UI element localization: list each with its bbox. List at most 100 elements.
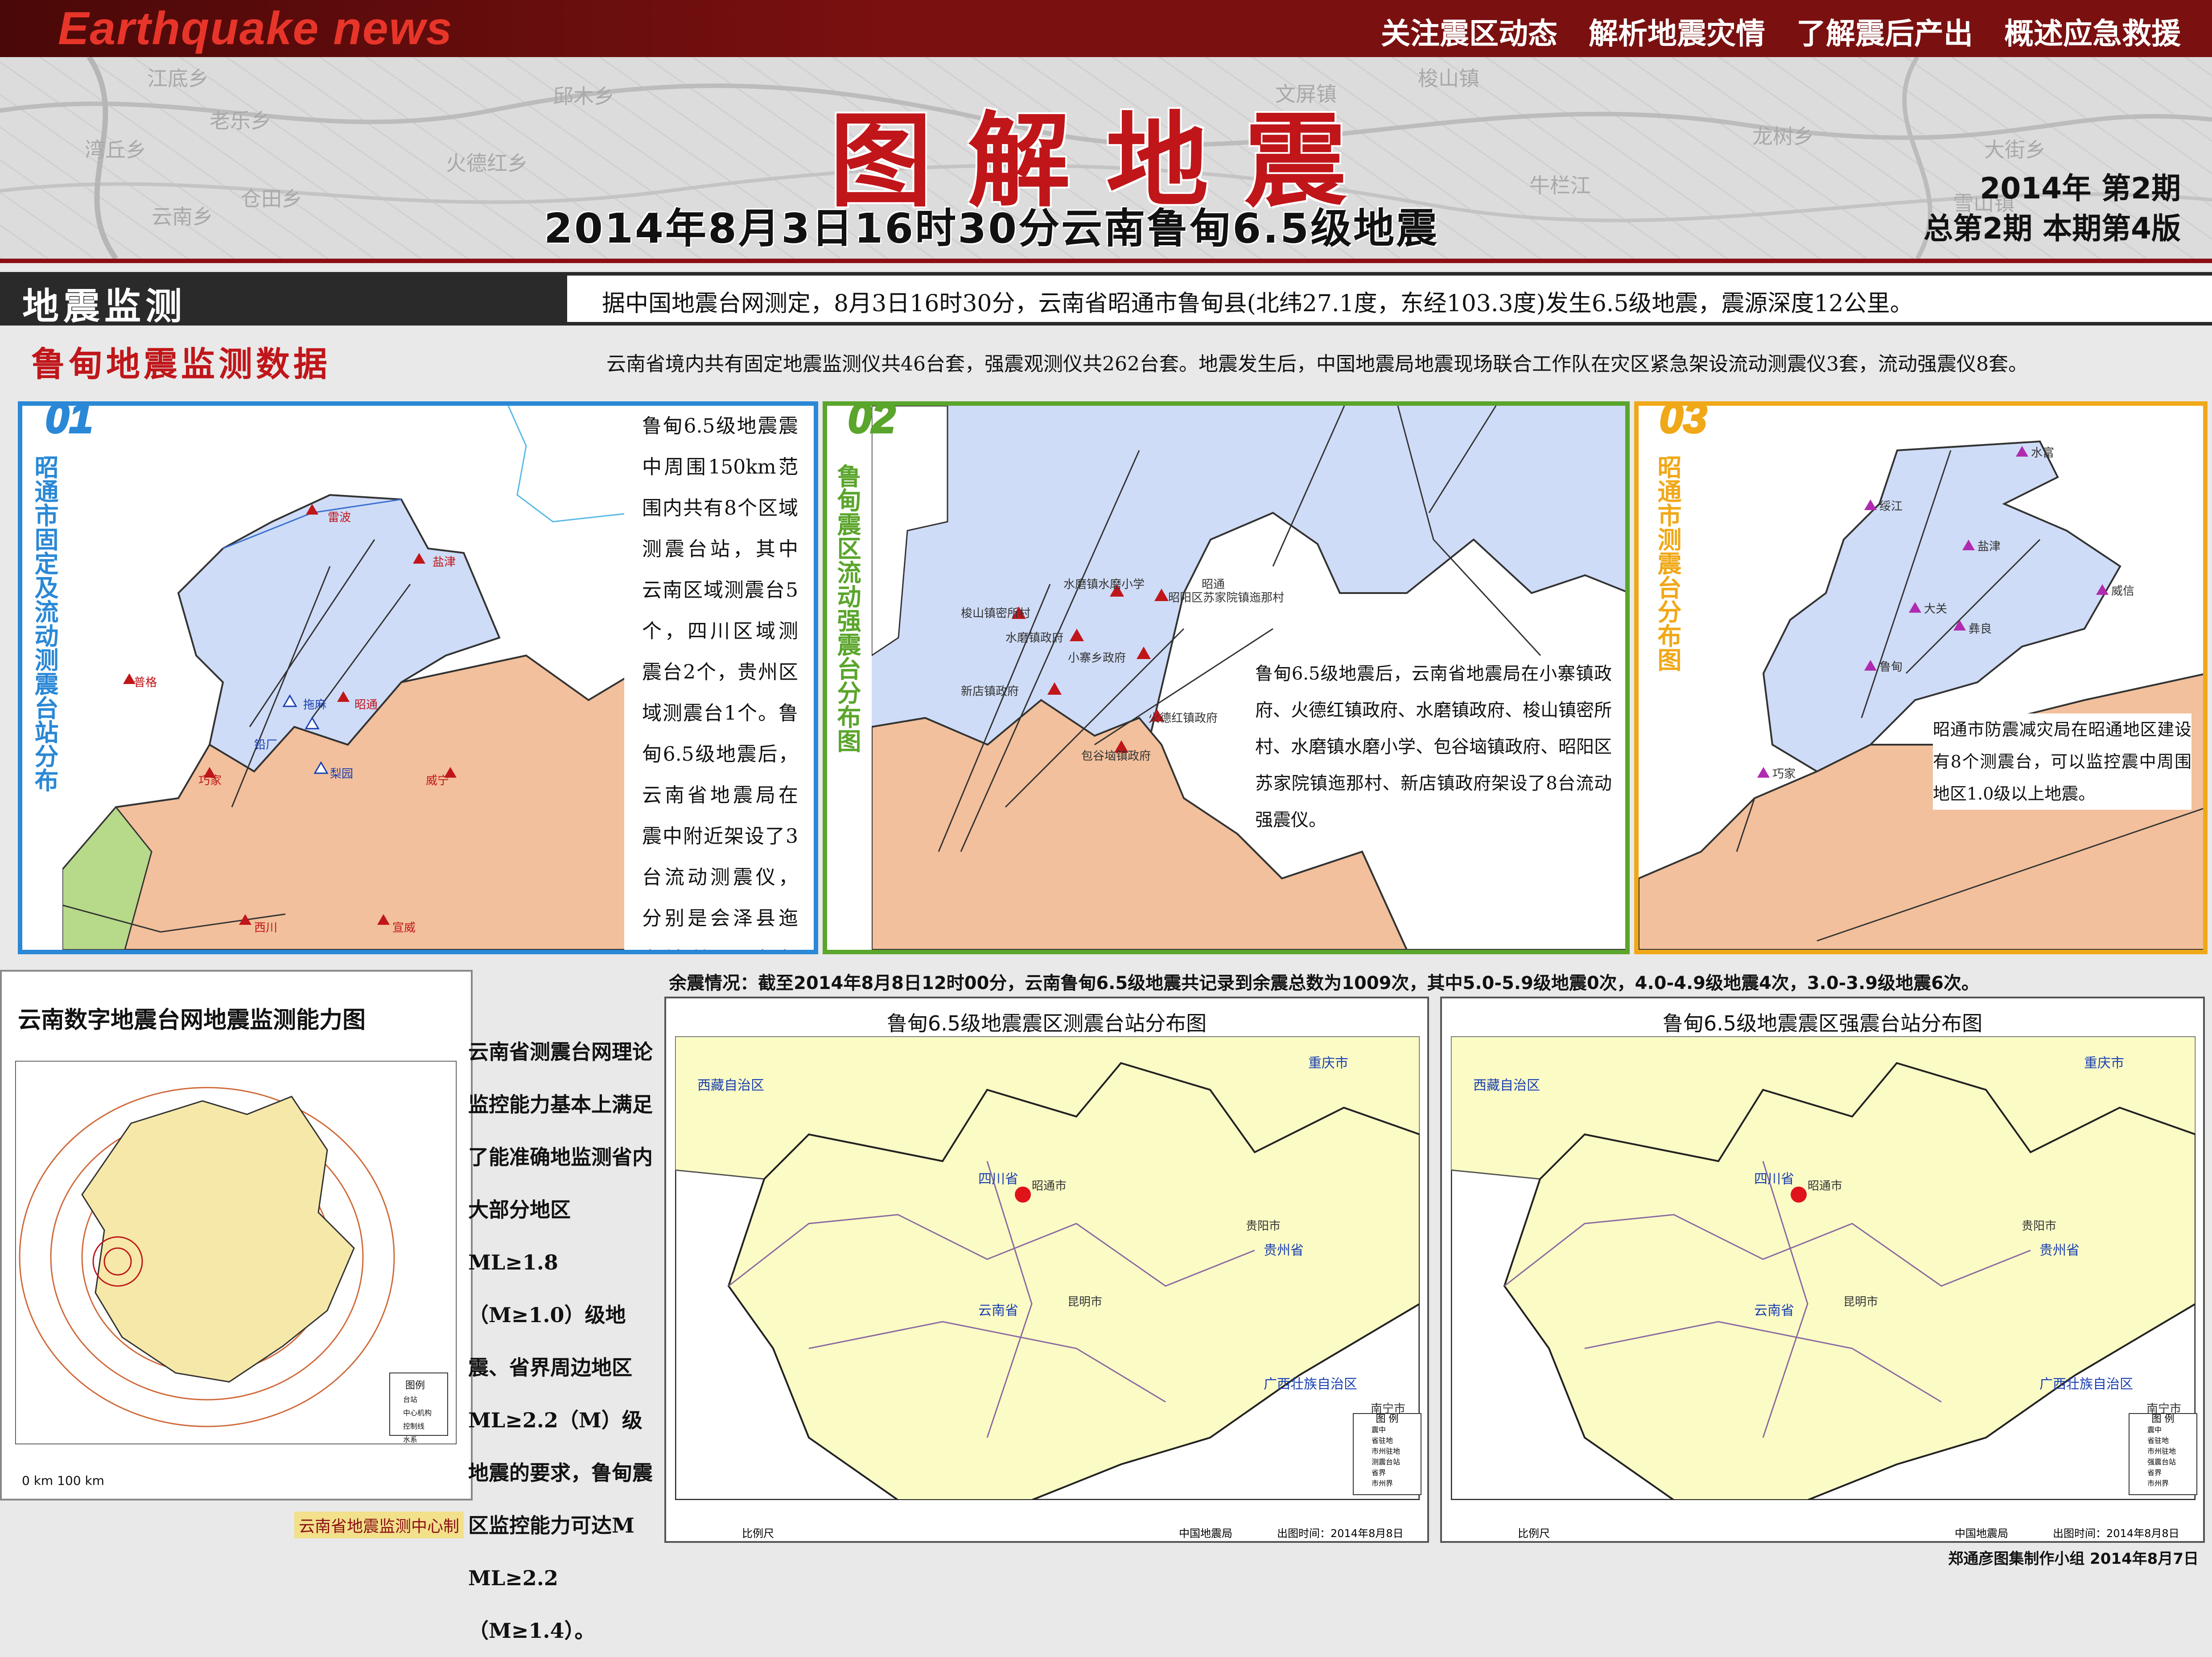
map-label: 大关: [1924, 602, 1948, 616]
panel-01: 雷波 盐津 普格 拖麻 昭通 铅厂 巧家 梨园 威宁 西川 宣威 鲁甸6.5级地…: [18, 401, 818, 954]
map-label: 四川省: [1754, 1171, 1794, 1187]
map-label: 鲁甸: [1879, 660, 1903, 674]
legend-item: 市州界: [2147, 1479, 2169, 1488]
issue-number: 2014年 第2期: [1980, 171, 2181, 206]
panel-01-text-box: 鲁甸6.5级地震震中周围150km范围内共有8个区域测震台站，其中云南区域测震台…: [624, 406, 814, 950]
map-label: 昭通市: [1808, 1179, 1843, 1193]
panel-01-text: 鲁甸6.5级地震震中周围150km范围内共有8个区域测震台站，其中云南区域测震台…: [642, 415, 798, 950]
nav-item-zone[interactable]: 关注震区动态: [1381, 10, 1557, 53]
capability-legend: 台站 中心机构 控制线 水系: [403, 1393, 432, 1447]
legend-item: 市州驻地: [2147, 1447, 2176, 1455]
map-label: 昭通市: [1032, 1179, 1067, 1193]
map-label: 重庆市: [2084, 1055, 2124, 1071]
legend-item: 震中: [2147, 1426, 2162, 1434]
header-divider: [0, 259, 2212, 263]
credit-line: 郑通彦图集制作小组 2014年8月7日: [1948, 1550, 2199, 1568]
header-nav: 关注震区动态 解析地震灾情 了解震后产出 概述应急救援: [1381, 10, 2181, 53]
legend-item: 省驻地: [2147, 1436, 2169, 1445]
nav-item-rescue[interactable]: 概述应急救援: [2004, 10, 2181, 53]
panel-03-label: 昭通市测震台分布图: [1653, 455, 1681, 672]
subsection-label: 鲁甸地震监测数据: [31, 344, 331, 384]
map-label: 西藏自治区: [1473, 1078, 1540, 1093]
panel-02-badge: 02: [847, 394, 897, 442]
map-label: 贵阳市: [1246, 1220, 1281, 1233]
map-label: 巧家: [1772, 767, 1796, 781]
panel-03: 水富 绥江 盐津 威信 大关 彝良 鲁甸 巧家 昭通市防震减灾局在昭通地区建设有…: [1634, 401, 2208, 954]
map-label: 拖麻: [303, 698, 327, 712]
map-label: 云南省: [978, 1303, 1018, 1319]
map-label: 火德红镇政府: [1148, 712, 1218, 725]
legend-item: 省驻地: [1372, 1436, 1393, 1445]
map-label: 威宁: [426, 774, 449, 787]
map-label: 小寨乡政府: [1068, 651, 1126, 665]
map-label: 贵州省: [2039, 1243, 2080, 1258]
map-label: 水富: [2031, 446, 2055, 460]
map-label: 威信: [2111, 585, 2135, 598]
seismic-map-legend: 图 例 震中 省驻地 市州驻地 测震台站 省界 市州界: [1353, 1413, 1421, 1495]
legend-item: 震中: [1372, 1426, 1386, 1434]
map-label: 昆明市: [1843, 1295, 1878, 1309]
map-label: 昭阳区苏家院镇迤那村: [1168, 591, 1285, 605]
panel-02-text: 鲁甸6.5级地震后，云南省地震局在小寨镇政府、火德红镇政府、水磨镇政府、梭山镇密…: [1255, 664, 1612, 830]
map-label: 重庆市: [1308, 1055, 1348, 1071]
panel-02: 水磨镇水磨小学 昭通 梭山镇密所村 昭阳区苏家院镇迤那村 水磨镇政府 小寨乡政府…: [823, 401, 1630, 954]
seismic-station-map-title: 鲁甸6.5级地震震区测震台站分布图: [886, 1011, 1207, 1035]
legend-item: 强震台站: [2147, 1458, 2176, 1466]
strong-motion-map-title: 鲁甸6.5级地震震区强震台站分布图: [1662, 1011, 1983, 1035]
panel-01-label: 昭通市固定及流动测震台站分布: [30, 455, 58, 792]
section-label: 地震监测: [22, 285, 187, 328]
map-publisher: 中国地震局: [1179, 1527, 1232, 1540]
map-scale-label: 比例尺: [1518, 1527, 1550, 1540]
legend-item: 水系: [403, 1435, 418, 1444]
map-label: 梨园: [330, 767, 354, 781]
capability-legend-title: 图例: [405, 1380, 425, 1391]
seismic-station-map: [675, 1036, 1420, 1500]
issue-info: 2014年 第2期 总第2期 本期第4版: [1924, 169, 2181, 249]
capability-title: 云南数字地震台网地震监测能力图: [18, 1007, 366, 1034]
panel-02-label: 鲁甸震区流动强震台分布图: [833, 464, 861, 753]
map-label: 西藏自治区: [697, 1078, 764, 1093]
map-label: 彝良: [1969, 622, 1992, 636]
nav-item-disaster[interactable]: 解析地震灾情: [1589, 10, 1765, 53]
capability-text: 云南省测震台网理论监控能力基本上满足了能准确地监测省内大部分地区ML≥1.8（M…: [468, 1040, 653, 1643]
map-label: 四川省: [978, 1171, 1018, 1187]
legend-title: 图 例: [2151, 1414, 2175, 1425]
map-label: 普格: [134, 676, 157, 689]
map-label: 广西壮族自治区: [1264, 1377, 1357, 1392]
panel-01-badge: 01: [45, 394, 94, 442]
map-label: 昭通: [354, 698, 378, 712]
panel-03-map: [1639, 406, 2203, 950]
legend-item: 省界: [2147, 1468, 2162, 1477]
section-intro: 据中国地震台网测定，8月3日16时30分，云南省昭通市鲁甸县(北纬27.1度，东…: [602, 290, 1913, 317]
legend-item: 市州驻地: [1372, 1447, 1401, 1455]
strong-map-legend: 图 例 震中 省驻地 市州驻地 强震台站 省界 市州界: [2129, 1413, 2197, 1495]
page-subtitle: 2014年8月3日16时30分云南鲁甸6.5级地震: [544, 205, 1439, 252]
strong-motion-map: [1451, 1036, 2196, 1500]
legend-title: 图 例: [1376, 1414, 1399, 1425]
panel-03-badge: 03: [1659, 394, 1708, 442]
nav-item-output[interactable]: 了解震后产出: [1796, 10, 1973, 53]
map-label: 包谷垴镇政府: [1081, 750, 1151, 763]
map-label: 盐津: [1977, 540, 2001, 553]
brand-logo: Earthquake news: [58, 3, 453, 54]
subsection-text: 云南省境内共有固定地震监测仪共46台套，强震观测仪共262台套。地震发生后，中国…: [606, 353, 2028, 375]
map-date: 出图时间：2014年8月8日: [1277, 1527, 1404, 1540]
map-label: 盐津: [433, 556, 456, 569]
map-label: 铅厂: [254, 738, 278, 752]
legend-item: 中心机构: [403, 1409, 432, 1417]
map-label: 雷波: [328, 511, 351, 524]
map-label: 广西壮族自治区: [2039, 1377, 2133, 1392]
seismic-station-map-frame: 鲁甸6.5级地震震区测震台站分布图 西藏自治区 重庆市 四川省 贵州省 云南省 …: [664, 997, 1429, 1543]
map-label: 西川: [254, 921, 278, 935]
map-label: 贵阳市: [2022, 1220, 2057, 1233]
map-scale-label: 比例尺: [742, 1527, 774, 1540]
monitoring-capability-panel: 图例 台站 中心机构 控制线 水系 0 km 100 km: [0, 970, 473, 1500]
map-label: 绥江: [1879, 500, 1903, 513]
legend-item: 市州界: [1372, 1479, 1393, 1488]
aftershock-text: 余震情况：截至2014年8月8日12时00分，云南鲁甸6.5级地震共记录到余震总…: [669, 973, 1979, 993]
issue-edition: 总第2期 本期第4版: [1924, 211, 2181, 246]
map-label: 昆明市: [1067, 1295, 1103, 1309]
map-label: 贵州省: [1264, 1243, 1304, 1258]
map-label: 梭山镇密所村: [961, 607, 1031, 620]
panel-03-text: 昭通市防震减灾局在昭通地区建设有8个测震台，可以监控震中周围地区1.0级以上地震…: [1933, 713, 2191, 810]
